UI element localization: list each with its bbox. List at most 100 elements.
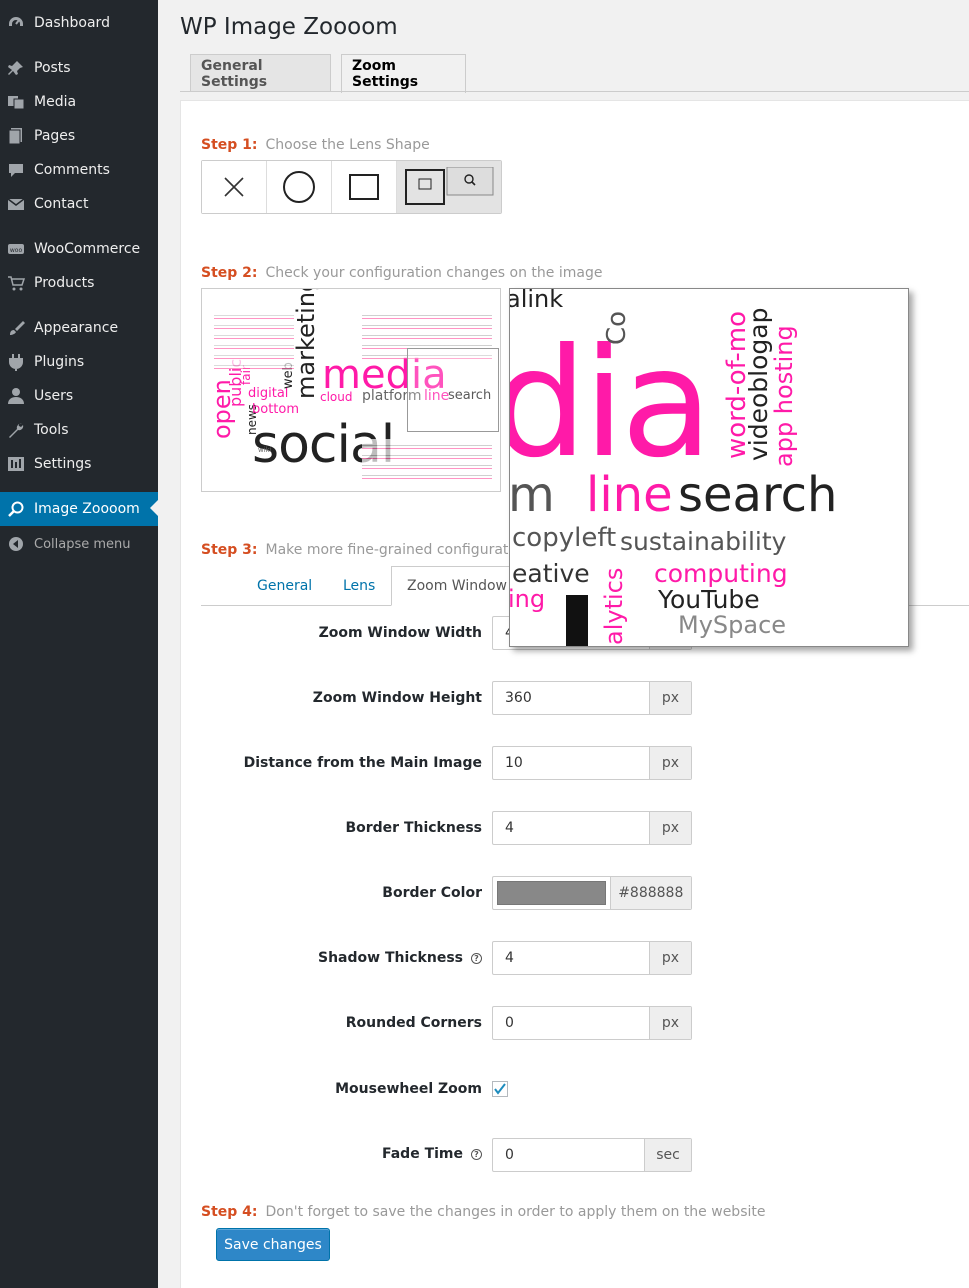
sidebar-item-label: Pages	[34, 128, 76, 144]
search-icon	[6, 499, 26, 519]
tab-general-settings[interactable]: General Settings	[190, 54, 331, 92]
label-text: Distance from the Main Image	[243, 755, 482, 771]
sidebar-item-pages[interactable]: Pages	[0, 119, 158, 153]
subtab-general[interactable]: General	[242, 566, 327, 606]
word: m	[509, 467, 555, 523]
sidebar-item-users[interactable]: Users	[0, 379, 158, 413]
media-icon	[6, 92, 26, 112]
sidebar-item-label: Users	[34, 388, 74, 404]
border-color-label: Border Color	[382, 885, 482, 901]
step-1: Step 1: Choose the Lens Shape	[201, 137, 430, 153]
wrench-icon	[6, 420, 26, 440]
word: computing	[654, 559, 788, 588]
input-value[interactable]: 360	[493, 682, 649, 714]
preview-image[interactable]: media social marketing open public digit…	[201, 288, 501, 492]
label-text: Shadow Thickness	[318, 950, 463, 966]
distance-field[interactable]: 10 px	[492, 746, 692, 780]
color-swatch[interactable]	[497, 881, 606, 905]
page-title: WP Image Zoooom	[180, 14, 398, 40]
sidebar-item-label: WooCommerce	[34, 241, 141, 257]
pages-icon	[6, 126, 26, 146]
word: alytics	[600, 567, 628, 645]
shadow-thickness-field[interactable]: 4 px	[492, 941, 692, 975]
sidebar-item-products[interactable]: Products	[0, 266, 158, 300]
color-hex[interactable]: #888888	[609, 877, 691, 909]
mail-icon	[6, 194, 26, 214]
label-text: Zoom Window Height	[312, 690, 482, 706]
zoom-window-height-field[interactable]: 360 px	[492, 681, 692, 715]
lens-zoom-window-button[interactable]	[397, 161, 501, 213]
subtab-lens[interactable]: Lens	[328, 566, 390, 606]
step-number: Step 2:	[201, 265, 258, 281]
lens-square-button[interactable]	[332, 161, 397, 213]
checkmark-icon	[494, 1083, 506, 1095]
fade-time-label: Fade Time?	[382, 1146, 482, 1162]
subtab-zoom-window[interactable]: Zoom Window	[391, 566, 524, 606]
label-text: Border Color	[382, 885, 482, 901]
sidebar-item-tools[interactable]: Tools	[0, 413, 158, 447]
sidebar-item-label: Media	[34, 94, 77, 110]
rounded-corners-field[interactable]: 0 px	[492, 1006, 692, 1040]
letter-fragment	[566, 595, 588, 646]
sidebar-item-label: Contact	[34, 196, 89, 212]
step-text: Choose the Lens Shape	[265, 137, 430, 153]
sidebar-item-media[interactable]: Media	[0, 85, 158, 119]
circle-icon	[283, 171, 315, 203]
sidebar-item-posts[interactable]: Posts	[0, 51, 158, 85]
save-changes-button[interactable]: Save changes	[216, 1228, 330, 1261]
sidebar-item-label: Collapse menu	[34, 536, 131, 552]
label-text: Mousewheel Zoom	[335, 1081, 482, 1097]
sidebar-item-plugins[interactable]: Plugins	[0, 345, 158, 379]
word: line	[586, 467, 673, 523]
input-value[interactable]: 4	[493, 942, 649, 974]
user-icon	[6, 386, 26, 406]
word: marketing	[292, 288, 320, 399]
border-thickness-label: Border Thickness	[345, 820, 482, 836]
sidebar-item-label: Dashboard	[34, 15, 110, 31]
help-icon[interactable]: ?	[471, 1148, 482, 1160]
input-value[interactable]: 10	[493, 747, 649, 779]
collapse-menu-button[interactable]: Collapse menu	[0, 527, 158, 561]
settings-icon	[6, 454, 26, 474]
tab-zoom-settings[interactable]: Zoom Settings	[341, 54, 466, 93]
word: search	[678, 467, 838, 523]
sidebar-item-image-zoooom[interactable]: Image Zoooom	[0, 492, 158, 526]
word: ing	[509, 585, 546, 613]
square-icon	[349, 174, 379, 200]
sidebar-item-contact[interactable]: Contact	[0, 187, 158, 221]
word: Co	[602, 310, 632, 345]
sidebar-item-comments[interactable]: Comments	[0, 153, 158, 187]
step-text: Check your configuration changes on the …	[265, 265, 603, 281]
mousewheel-zoom-checkbox[interactable]	[492, 1081, 508, 1097]
unit-addon: px	[649, 942, 691, 974]
sidebar-item-appearance[interactable]: Appearance	[0, 311, 158, 345]
sidebar-item-dashboard[interactable]: Dashboard	[0, 6, 158, 40]
step-4: Step 4: Don't forget to save the changes …	[201, 1204, 765, 1220]
sidebar-item-settings[interactable]: Settings	[0, 447, 158, 481]
border-color-field[interactable]: #888888	[492, 876, 692, 910]
label-text: Zoom Window Width	[318, 625, 482, 641]
label-text: Fade Time	[381, 1146, 463, 1162]
word: eative	[512, 559, 590, 588]
lens-shape-selector	[201, 160, 502, 214]
word: cloud	[320, 390, 353, 404]
lens-none-button[interactable]	[202, 161, 267, 213]
input-value[interactable]: 0	[493, 1139, 644, 1171]
border-thickness-field[interactable]: 4 px	[492, 811, 692, 845]
small-words-cluster	[362, 439, 492, 484]
sidebar-item-label: Comments	[34, 162, 110, 178]
sidebar-item-woocommerce[interactable]: woo WooCommerce	[0, 232, 158, 266]
zoom-lens[interactable]	[407, 348, 499, 432]
lens-round-button[interactable]	[267, 161, 332, 213]
fade-time-field[interactable]: 0 sec	[492, 1138, 692, 1172]
input-value[interactable]: 0	[493, 1007, 649, 1039]
word: videoblogap	[744, 307, 773, 461]
rounded-corners-label: Rounded Corners	[346, 1015, 482, 1031]
shadow-thickness-label: Shadow Thickness?	[318, 950, 482, 966]
sidebar-item-label: Appearance	[34, 320, 119, 336]
input-value[interactable]: 4	[493, 812, 649, 844]
word: sustainability	[620, 527, 787, 556]
zoom-window-width-label: Zoom Window Width	[319, 625, 482, 641]
help-icon[interactable]: ?	[471, 952, 482, 964]
small-words-cluster	[214, 309, 294, 369]
